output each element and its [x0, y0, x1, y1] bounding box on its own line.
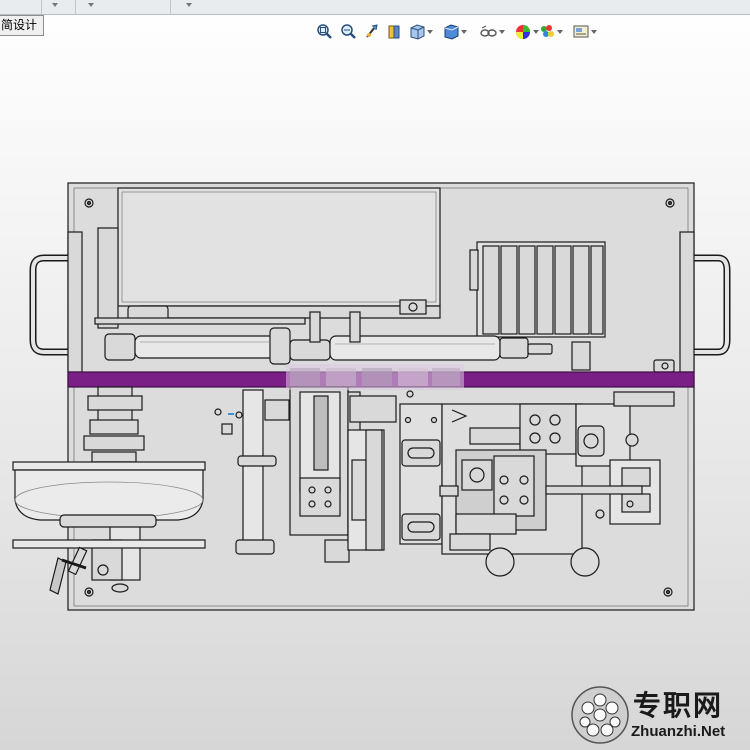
valve-manifold — [439, 403, 583, 555]
right-handle — [694, 254, 731, 356]
housing-side-post — [97, 227, 119, 329]
right-handle-bracket — [679, 231, 695, 373]
cooling-fin-block — [469, 241, 606, 338]
model-viewport[interactable] — [0, 0, 750, 750]
watermark-url-text[interactable]: Zhuanzhi.Net — [631, 723, 725, 740]
port-hole-right — [570, 547, 600, 577]
left-handle-bracket — [67, 231, 83, 373]
housing-base — [139, 305, 441, 319]
mounting-bracket — [399, 390, 443, 545]
cylinder-bracket — [309, 311, 321, 343]
blurred-label — [286, 364, 464, 390]
watermark: 专职网 Zhuanzhi.Net — [567, 678, 750, 750]
watermark-chinese-text: 专职网 — [633, 689, 724, 722]
port-hole-left — [485, 547, 515, 577]
left-handle — [29, 254, 68, 356]
upper-housing — [117, 187, 441, 307]
globe-icon — [571, 686, 629, 744]
